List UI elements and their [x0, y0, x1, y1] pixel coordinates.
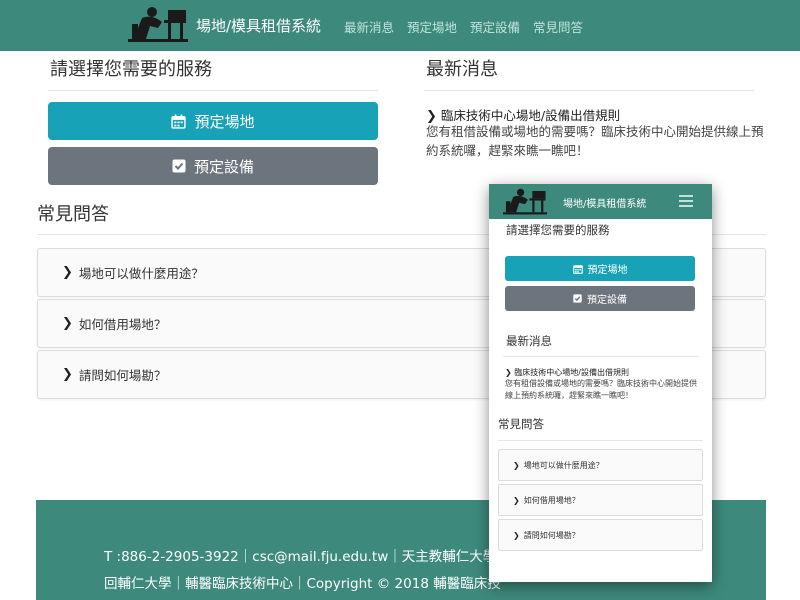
mobile-faq-heading: 常見問答	[498, 417, 544, 431]
mobile-news-heading: 最新消息	[506, 334, 552, 348]
mobile-book-equipment-button[interactable]: 預定設備	[505, 286, 695, 311]
mobile-brand-title[interactable]: 場地/模具租借系統	[563, 195, 646, 210]
book-equipment-label: 預定設備	[193, 157, 254, 176]
chevron-right-icon: ❯	[505, 368, 512, 377]
nav-link-book-venue[interactable]: 預定場地	[407, 17, 457, 36]
mobile-navbar: 場地/模具租借系統	[489, 184, 712, 219]
footer-copyright-line: 回輔仁大學｜輔醫臨床技術中心｜Copyright © 2018 輔醫臨床技	[104, 576, 501, 592]
check-square-icon	[573, 294, 582, 303]
book-venue-label: 預定場地	[194, 112, 255, 131]
mobile-faq-item-site-survey[interactable]: ❯ 請問如何場勘？	[498, 519, 703, 551]
divider	[48, 90, 378, 91]
mobile-faq-item-venue-usage[interactable]: ❯ 場地可以做什麼用途？	[498, 449, 703, 481]
divider	[503, 356, 699, 357]
nav-link-book-equipment[interactable]: 預定設備	[470, 17, 520, 36]
chevron-right-icon: ❯	[513, 530, 520, 540]
news-heading: 最新消息	[426, 59, 498, 80]
mobile-news-item-title[interactable]: ❯ 臨床技術中心場地/設備出借規則	[505, 367, 629, 378]
book-equipment-button[interactable]: 預定設備	[48, 147, 378, 185]
mobile-preview: 場地/模具租借系統 請選擇您需要的服務 預定場地 預定設備 最新消息 ❯ 臨床技…	[489, 184, 712, 582]
chevron-right-icon: ❯	[62, 316, 73, 331]
services-heading: 請選擇您需要的服務	[50, 59, 212, 80]
brand-title[interactable]: 場地/模具租借系統	[196, 15, 321, 36]
mobile-services-heading: 請選擇您需要的服務	[506, 223, 610, 237]
check-square-icon	[172, 159, 186, 173]
calendar-icon	[171, 114, 187, 129]
news-item-body: 您有租借設備或場地的需要嗎？臨床技術中心開始提供線上預約系統囉，趕緊來瞧一瞧吧！	[426, 124, 764, 158]
divider	[424, 90, 754, 91]
chevron-right-icon: ❯	[513, 460, 520, 470]
faq-heading: 常見問答	[37, 204, 109, 225]
chevron-right-icon: ❯	[62, 265, 73, 280]
mobile-book-venue-button[interactable]: 預定場地	[505, 256, 695, 281]
calendar-icon	[572, 264, 583, 274]
hamburger-menu-icon[interactable]	[679, 195, 693, 207]
reading-person-logo-icon[interactable]	[503, 188, 547, 216]
chevron-right-icon: ❯	[513, 495, 520, 505]
book-venue-button[interactable]: 預定場地	[48, 102, 378, 140]
mobile-faq-item-how-to-borrow[interactable]: ❯ 如何借用場地？	[498, 484, 703, 516]
nav-link-news[interactable]: 最新消息	[344, 17, 394, 36]
top-navbar: 場地/模具租借系統 最新消息 預定場地 預定設備 常見問答	[0, 0, 800, 51]
reading-person-logo-icon[interactable]	[128, 6, 188, 44]
chevron-right-icon: ❯	[62, 367, 73, 382]
mobile-news-item-body: 您有租借設備或場地的需要嗎？臨床技術中心開始提供線上預約系統囉，趕緊來瞧一瞧吧！	[505, 379, 697, 400]
divider	[498, 440, 703, 441]
footer-contact-line: T :886-2-2905-3922｜csc@mail.fju.edu.tw｜天…	[104, 549, 510, 565]
nav-link-faq[interactable]: 常見問答	[533, 17, 583, 36]
